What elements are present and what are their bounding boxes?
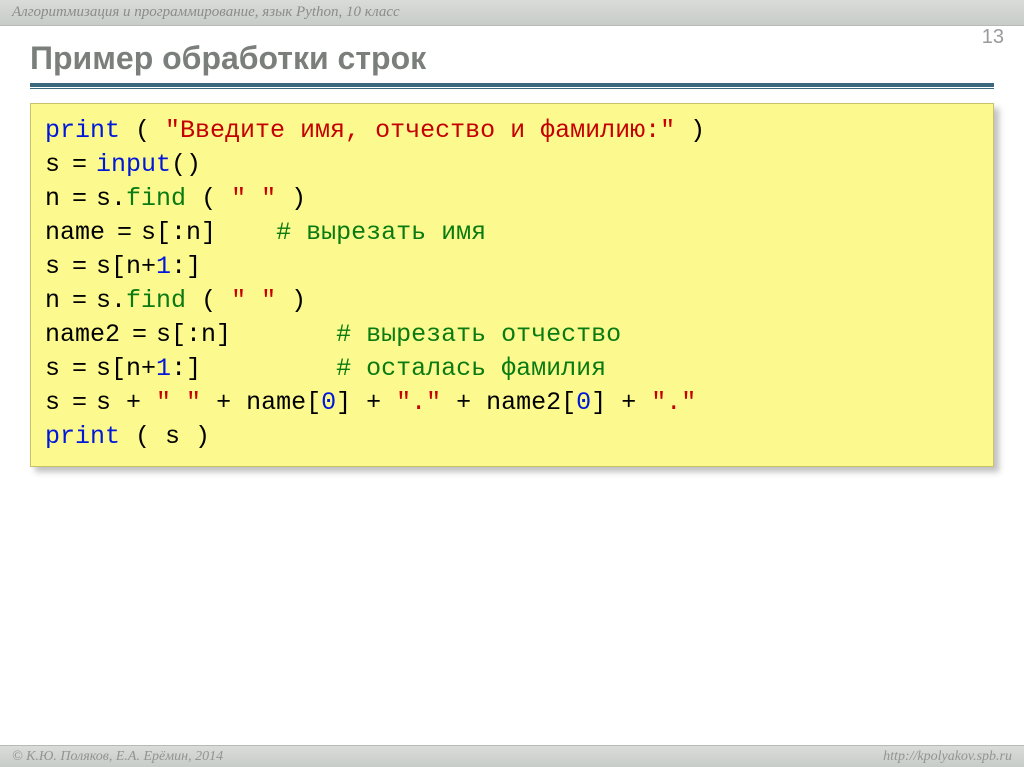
code-text: s[:n]	[156, 320, 336, 349]
code-line-3: n = s.find ( " " )	[45, 184, 306, 213]
number: 0	[576, 388, 591, 417]
equals: =	[60, 286, 96, 315]
code-line-5: s = s[n+1:]	[45, 252, 201, 281]
equals: =	[60, 252, 96, 281]
code-text: s.	[96, 184, 126, 213]
comment: # вырезать имя	[276, 218, 486, 247]
code-text: s +	[96, 388, 156, 417]
code-line-8: s = s[n+1:] # осталась фамилия	[45, 354, 606, 383]
footer-url: http://kpolyakov.spb.ru	[883, 749, 1012, 765]
code-text: s	[45, 150, 60, 179]
equals: =	[60, 388, 96, 417]
code-box: print ( "Введите имя, отчество и фамилию…	[30, 103, 994, 467]
code-text: name2	[45, 320, 120, 349]
equals: =	[60, 184, 96, 213]
code-text: ] +	[336, 388, 396, 417]
code-text: s	[45, 354, 60, 383]
code-text: :]	[171, 354, 336, 383]
number: 1	[156, 252, 171, 281]
code-container: print ( "Введите имя, отчество и фамилию…	[30, 103, 994, 467]
equals: =	[60, 150, 96, 179]
code-line-2: s = input()	[45, 150, 201, 179]
code-text: s	[45, 252, 60, 281]
footer-copyright: © К.Ю. Поляков, Е.А. Ерёмин, 2014	[12, 749, 223, 765]
title-block: Пример обработки строк	[0, 26, 1024, 89]
equals: =	[105, 218, 141, 247]
code-line-9: s = s + " " + name[0] + "." + name2[0] +…	[45, 388, 696, 417]
paren: )	[675, 116, 705, 145]
code-text: ( s )	[120, 422, 210, 451]
comment: # осталась фамилия	[336, 354, 606, 383]
code-text: n	[45, 286, 60, 315]
code-text: :]	[171, 252, 201, 281]
code-text: name	[45, 218, 105, 247]
code-text: s[:n]	[141, 218, 276, 247]
code-text: s[n+	[96, 354, 156, 383]
course-label: Алгоритмизация и программирование, язык …	[12, 4, 400, 21]
function-find: find	[126, 184, 186, 213]
paren: ()	[171, 150, 201, 179]
string-literal: "."	[651, 388, 696, 417]
string-literal: " "	[231, 286, 276, 315]
paren: (	[186, 184, 231, 213]
number: 0	[321, 388, 336, 417]
code-text: n	[45, 184, 60, 213]
function-find: find	[126, 286, 186, 315]
code-text: + name[	[201, 388, 321, 417]
keyword-print: print	[45, 422, 120, 451]
code-line-6: n = s.find ( " " )	[45, 286, 306, 315]
string-literal: " "	[156, 388, 201, 417]
code-line-10: print ( s )	[45, 422, 210, 451]
page-number: 13	[982, 26, 1004, 49]
code-text: s.	[96, 286, 126, 315]
code-line-4: name = s[:n] # вырезать имя	[45, 218, 486, 247]
title-rule	[30, 83, 994, 89]
string-literal: "."	[396, 388, 441, 417]
equals: =	[60, 354, 96, 383]
number: 1	[156, 354, 171, 383]
keyword-input: input	[96, 150, 171, 179]
code-text: s[n+	[96, 252, 156, 281]
paren: (	[120, 116, 165, 145]
code-text: + name2[	[441, 388, 576, 417]
header-strip: Алгоритмизация и программирование, язык …	[0, 0, 1024, 26]
code-line-1: print ( "Введите имя, отчество и фамилию…	[45, 116, 705, 145]
string-literal: "Введите имя, отчество и фамилию:"	[165, 116, 675, 145]
string-literal: " "	[231, 184, 276, 213]
equals: =	[120, 320, 156, 349]
keyword-print: print	[45, 116, 120, 145]
comment: # вырезать отчество	[336, 320, 621, 349]
paren: )	[276, 286, 306, 315]
paren: (	[186, 286, 231, 315]
slide-title: Пример обработки строк	[30, 40, 994, 77]
footer-strip: © К.Ю. Поляков, Е.А. Ерёмин, 2014 http:/…	[0, 745, 1024, 767]
code-line-7: name2 = s[:n] # вырезать отчество	[45, 320, 621, 349]
code-text: s	[45, 388, 60, 417]
code-text: ] +	[591, 388, 651, 417]
paren: )	[276, 184, 306, 213]
